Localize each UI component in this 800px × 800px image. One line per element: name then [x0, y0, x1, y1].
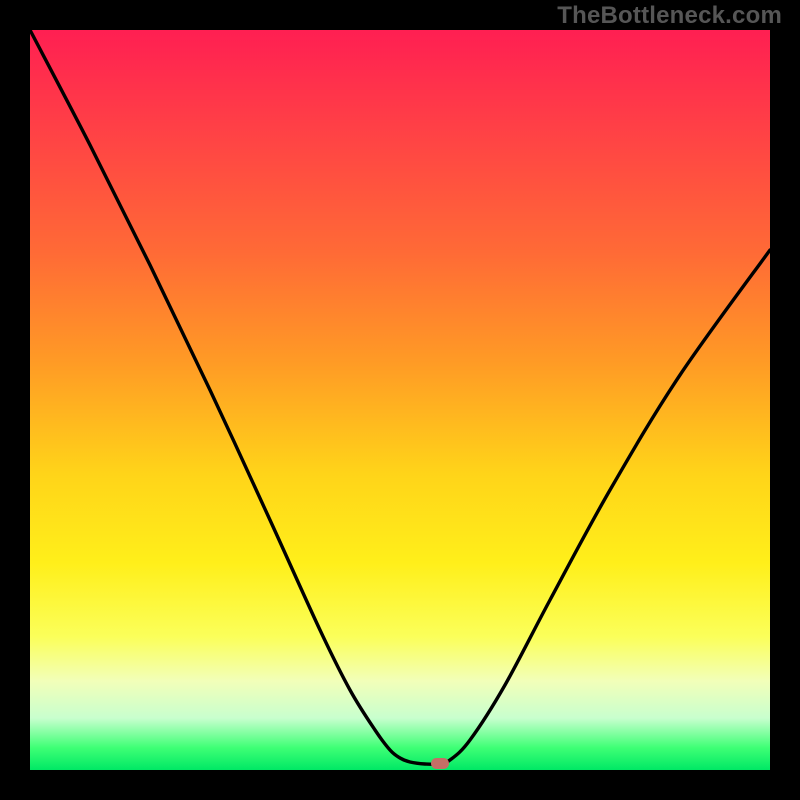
plot-area — [30, 30, 770, 770]
curve-path — [30, 30, 770, 764]
minimum-marker — [431, 758, 449, 769]
chart-frame: TheBottleneck.com — [0, 0, 800, 800]
watermark-text: TheBottleneck.com — [557, 2, 782, 30]
curve-svg — [30, 30, 770, 770]
